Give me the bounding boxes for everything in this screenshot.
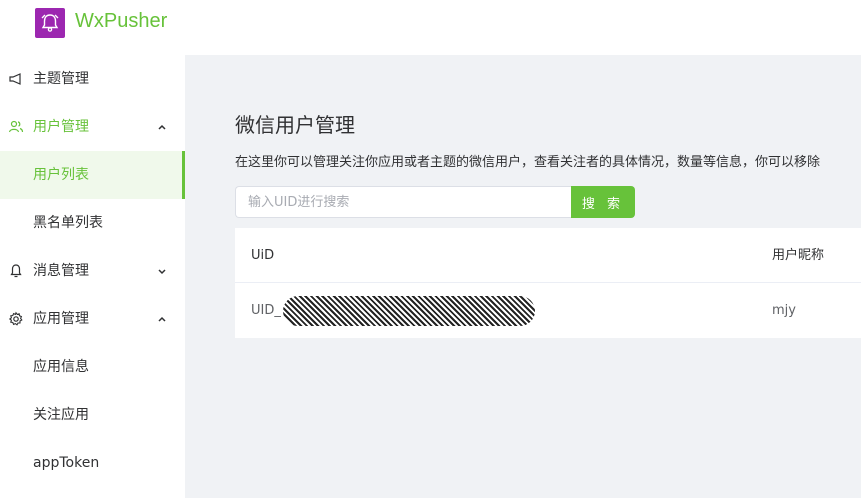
search-button[interactable]: 搜 索 <box>571 186 635 218</box>
sidebar-item-label: 应用管理 <box>33 311 89 327</box>
sidebar-item-label: 主题管理 <box>33 71 89 87</box>
chevron-up-icon <box>158 316 166 322</box>
uid-search-input[interactable] <box>235 186 572 218</box>
table-cell-uid: UID_ <box>251 303 281 318</box>
sidebar-item-follow-app[interactable]: 关注应用 <box>0 391 185 439</box>
sidebar-item-apptoken[interactable]: appToken <box>0 439 185 487</box>
table-divider <box>235 282 861 283</box>
page-description: 在这里你可以管理关注你应用或者主题的微信用户，查看关注者的具体情况，数量等信息，… <box>235 155 821 170</box>
sidebar-item-user-list[interactable]: 用户列表 <box>0 151 185 199</box>
sidebar-item-label: 消息管理 <box>33 263 89 279</box>
users-icon <box>8 120 24 133</box>
column-header-nickname[interactable]: 用户昵称 <box>772 228 824 283</box>
page-title: 微信用户管理 <box>235 113 355 137</box>
user-table: UiD 用户昵称 UID_ mjy <box>235 228 861 338</box>
sidebar-item-label: 应用信息 <box>33 359 89 375</box>
main-content: 微信用户管理 在这里你可以管理关注你应用或者主题的微信用户，查看关注者的具体情况… <box>185 55 861 498</box>
sidebar-item-users[interactable]: 用户管理 <box>0 103 185 151</box>
sidebar-item-label: 关注应用 <box>33 407 89 423</box>
sidebar-item-label: 用户列表 <box>33 167 89 183</box>
sidebar-item-label: 用户管理 <box>33 119 89 135</box>
sidebar-item-topics[interactable]: 主题管理 <box>0 55 185 103</box>
sidebar-item-app-info[interactable]: 应用信息 <box>0 343 185 391</box>
bell-icon <box>10 264 22 278</box>
sidebar-item-messages[interactable]: 消息管理 <box>0 247 185 295</box>
chevron-up-icon <box>158 124 166 130</box>
gear-icon <box>8 311 23 326</box>
bell-logo-icon <box>41 14 59 32</box>
sidebar-item-label: 黑名单列表 <box>33 215 103 231</box>
redaction-scribble <box>283 296 535 326</box>
chevron-down-icon <box>158 269 166 275</box>
app-header: WxPusher <box>0 0 861 55</box>
app-logo[interactable] <box>35 8 65 38</box>
table-cell-nickname: mjy <box>772 303 796 318</box>
sidebar-item-label: appToken <box>33 455 100 471</box>
sidebar-item-blacklist[interactable]: 黑名单列表 <box>0 199 185 247</box>
sidebar-item-apps[interactable]: 应用管理 <box>0 295 185 343</box>
column-header-uid[interactable]: UiD <box>251 228 274 283</box>
sidebar: 主题管理 用户管理 用户列表 黑名单列表 消息管理 应用管理 应用信息 关注应用… <box>0 55 185 498</box>
brand-name[interactable]: WxPusher <box>75 10 167 33</box>
megaphone-icon <box>9 73 21 85</box>
